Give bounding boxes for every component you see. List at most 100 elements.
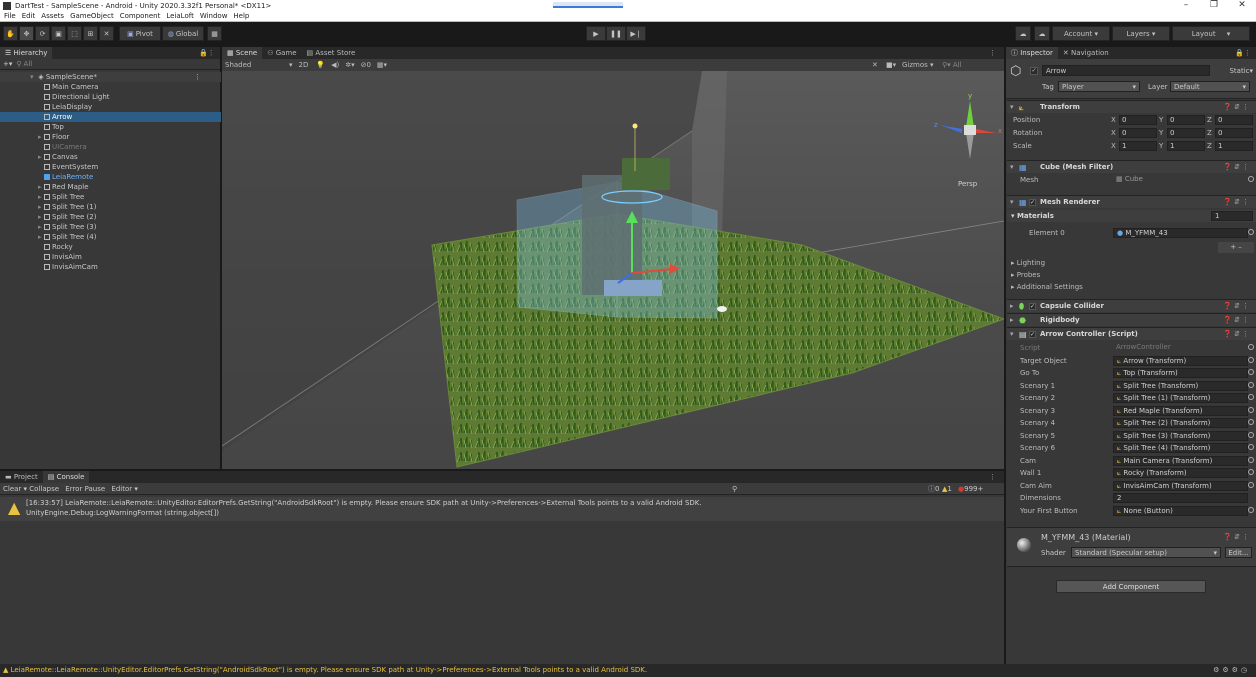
pause-button[interactable]: ❚❚ xyxy=(606,26,626,41)
axis-z-label[interactable]: Z xyxy=(1207,140,1212,152)
script-field-value[interactable]: ArrowController xyxy=(1113,343,1248,353)
hierarchy-item[interactable]: EventSystem xyxy=(0,162,221,172)
axis-x-label[interactable]: X xyxy=(1111,114,1116,126)
script-field-value[interactable]: ⟀ Split Tree (3) (Transform) xyxy=(1113,430,1248,441)
script-field-value[interactable]: ⟀ Red Maple (Transform) xyxy=(1113,405,1248,416)
arrow-controller-header[interactable]: ▾ ▤ ✓ Arrow Controller (Script) ❓⇵⋮ xyxy=(1007,327,1256,340)
transform-tool-icon[interactable]: ⊞ xyxy=(83,26,98,41)
lighting-foldout[interactable]: ▸ Lighting xyxy=(1007,257,1256,269)
custom-tool-icon[interactable]: ✕ xyxy=(99,26,114,41)
hierarchy-item[interactable]: ▸ Split Tree (4) xyxy=(0,232,221,242)
scale-x-field[interactable]: 1 xyxy=(1119,141,1157,151)
script-field-value[interactable]: ⟀ Split Tree (1) (Transform) xyxy=(1113,393,1248,403)
script-field-value[interactable]: ⟀ Rocky (Transform) xyxy=(1113,468,1248,478)
hierarchy-item[interactable]: ▸ Floor xyxy=(0,132,221,142)
hierarchy-item[interactable]: ▸ Red Maple xyxy=(0,182,221,192)
2d-toggle[interactable]: 2D xyxy=(299,61,309,69)
component-options-icon[interactable]: ❓⇵⋮ xyxy=(1223,196,1251,209)
mesh-renderer-enabled-checkbox[interactable]: ✓ xyxy=(1029,199,1036,206)
tab-asset-store[interactable]: ▤ Asset Store xyxy=(302,47,361,59)
expand-arrow-icon[interactable]: ▾ xyxy=(30,72,36,82)
persp-label[interactable]: Persp xyxy=(958,180,978,188)
menu-component[interactable]: Component xyxy=(120,12,161,20)
script-field-value[interactable]: ⟀ Split Tree (Transform) xyxy=(1113,380,1248,391)
object-picker-icon[interactable] xyxy=(1248,369,1254,375)
object-picker-icon[interactable] xyxy=(1248,419,1254,425)
object-picker-icon[interactable] xyxy=(1248,506,1254,513)
capsule-collider-enabled-checkbox[interactable]: ✓ xyxy=(1029,303,1036,310)
object-picker-icon[interactable] xyxy=(1248,456,1254,463)
object-picker-icon[interactable] xyxy=(1248,381,1254,388)
grid-toggle-icon[interactable]: ▦▾ xyxy=(377,61,387,69)
axis-z-label[interactable]: Z xyxy=(1207,114,1212,126)
hierarchy-item[interactable]: InvisAim xyxy=(0,252,221,262)
component-options-icon[interactable]: ❓⇵⋮ xyxy=(1223,300,1251,313)
hierarchy-item[interactable]: ▸ Split Tree xyxy=(0,192,221,202)
play-button[interactable]: ▶ xyxy=(586,26,606,41)
object-picker-icon[interactable] xyxy=(1248,469,1254,475)
object-picker-icon[interactable] xyxy=(1248,356,1254,363)
menu-assets[interactable]: Assets xyxy=(41,12,64,20)
hierarchy-item[interactable]: ▸ Split Tree (2) xyxy=(0,212,221,222)
account-dropdown[interactable]: Account ▾ xyxy=(1052,26,1110,41)
pivot-toggle[interactable]: ▣ Pivot xyxy=(119,26,161,41)
object-picker-icon[interactable] xyxy=(1248,444,1254,450)
active-checkbox[interactable]: ✓ xyxy=(1030,67,1038,75)
error-count[interactable]: ●999+ xyxy=(958,483,983,495)
hierarchy-item[interactable]: LeiaDisplay xyxy=(0,102,221,112)
status-icons[interactable]: ⚙⚙⚙◷ xyxy=(1213,664,1250,677)
move-tool-icon[interactable]: ✥ xyxy=(19,26,34,41)
script-field-value[interactable]: 2 xyxy=(1113,493,1248,503)
hierarchy-item[interactable]: LeiaRemote xyxy=(0,172,221,182)
maximize-button[interactable]: ❐ xyxy=(1200,0,1228,11)
script-field-value[interactable]: ⟀ Arrow (Transform) xyxy=(1113,355,1248,366)
menu-gameobject[interactable]: GameObject xyxy=(70,12,114,20)
axis-y-label[interactable]: Y xyxy=(1159,140,1163,152)
layer-dropdown[interactable]: Default ▾ xyxy=(1170,81,1250,92)
probes-foldout[interactable]: ▸ Probes xyxy=(1007,269,1256,281)
rotation-y-field[interactable]: 0 xyxy=(1167,128,1205,138)
hand-tool-icon[interactable]: ✋ xyxy=(3,26,18,41)
gizmos-dropdown[interactable]: Gizmos ▾ xyxy=(902,61,934,69)
inspector-lock-icon[interactable]: 🔒⋮ xyxy=(1235,49,1251,57)
hierarchy-search-input[interactable]: All xyxy=(24,60,33,68)
hierarchy-item[interactable]: InvisAimCam xyxy=(0,262,221,272)
tab-scene[interactable]: ▦ Scene xyxy=(222,47,263,59)
hierarchy-item[interactable]: Main Camera xyxy=(0,82,221,92)
rect-tool-icon[interactable]: ⬚ xyxy=(67,26,82,41)
rotation-x-field[interactable]: 0 xyxy=(1119,128,1157,138)
collab-icon[interactable]: ☁ xyxy=(1015,26,1031,41)
tools-icon[interactable]: ✕ xyxy=(872,61,878,69)
scene-search-input[interactable]: ⚲▾ All xyxy=(942,61,962,69)
arrow-controller-enabled-checkbox[interactable]: ✓ xyxy=(1029,331,1036,338)
tab-console[interactable]: ▤ Console xyxy=(42,471,90,483)
menu-help[interactable]: Help xyxy=(233,12,249,20)
axis-y-label[interactable]: Y xyxy=(1159,127,1163,139)
script-field-value[interactable]: ⟀ InvisAimCam (Transform) xyxy=(1113,480,1248,491)
hidden-objects-icon[interactable]: ⊘0 xyxy=(361,61,371,69)
object-picker-icon[interactable] xyxy=(1248,406,1254,413)
menu-window[interactable]: Window xyxy=(200,12,228,20)
materials-count-field[interactable]: 1 xyxy=(1211,211,1253,221)
close-button[interactable]: ✕ xyxy=(1228,0,1256,11)
edit-shader-button[interactable]: Edit... xyxy=(1225,547,1252,558)
hierarchy-item[interactable]: Directional Light xyxy=(0,92,221,102)
scene-viewport[interactable]: y z x Persp xyxy=(222,71,1004,469)
camera-icon[interactable]: ■▾ xyxy=(886,61,896,69)
axis-y-label[interactable]: Y xyxy=(1159,114,1163,126)
script-field-value[interactable]: ⟀ Top (Transform) xyxy=(1113,368,1248,378)
lock-icon[interactable]: 🔒⋮ xyxy=(199,49,215,57)
script-field-value[interactable]: ⟀ Split Tree (2) (Transform) xyxy=(1113,418,1248,428)
console-entry[interactable]: ▲ [16:33:57] LeiaRemote::LeiaRemote::Uni… xyxy=(0,497,1004,521)
tab-inspector[interactable]: ⓘ Inspector xyxy=(1006,47,1058,59)
scale-z-field[interactable]: 1 xyxy=(1215,141,1253,151)
cloud-icon[interactable]: ☁ xyxy=(1034,26,1050,41)
position-x-field[interactable]: 0 xyxy=(1119,115,1157,125)
tab-hierarchy[interactable]: ☰ Hierarchy xyxy=(0,47,53,59)
add-remove-element-buttons[interactable]: + – xyxy=(1218,242,1254,253)
additional-settings-foldout[interactable]: ▸ Additional Settings xyxy=(1007,281,1256,293)
object-picker-icon[interactable] xyxy=(1248,229,1254,235)
lighting-toggle-icon[interactable]: 💡 xyxy=(316,61,325,69)
audio-toggle-icon[interactable]: ◀) xyxy=(331,61,339,69)
layers-dropdown[interactable]: Layers ▾ xyxy=(1112,26,1170,41)
